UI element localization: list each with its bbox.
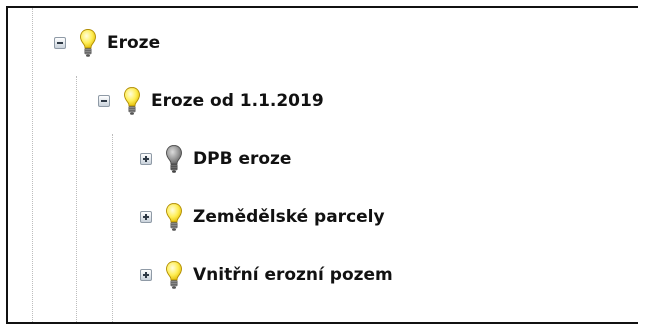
expand-toggle-icon[interactable] — [140, 269, 152, 281]
tree-node-eroze-od-2019[interactable]: Eroze od 1.1.2019 — [98, 81, 324, 121]
lightbulb-icon[interactable] — [79, 28, 97, 58]
layer-tree-panel: Eroze Eroze od 1.1.2019 DPB eroze Zemědě… — [6, 6, 638, 324]
tree-node-dpb-eroze[interactable]: DPB eroze — [140, 139, 291, 179]
tree-node-label[interactable]: Eroze od 1.1.2019 — [151, 91, 324, 111]
lightbulb-icon[interactable] — [165, 260, 183, 290]
tree-node-label[interactable]: Zemědělské parcely — [193, 207, 385, 227]
tree-guide-line — [76, 76, 77, 322]
lightbulb-icon[interactable] — [123, 86, 141, 116]
collapse-toggle-icon[interactable] — [54, 37, 66, 49]
expand-toggle-icon[interactable] — [140, 211, 152, 223]
lightbulb-off-icon[interactable] — [165, 144, 183, 174]
tree-node-vnitrni-erozni-pozem[interactable]: Vnitřní erozní pozem — [140, 255, 393, 295]
tree-node-zemedelske-parcely[interactable]: Zemědělské parcely — [140, 197, 385, 237]
tree-node-label[interactable]: Eroze — [107, 33, 160, 53]
tree-guide-line — [32, 8, 33, 322]
expand-toggle-icon[interactable] — [140, 153, 152, 165]
tree-guide-line — [112, 134, 113, 322]
tree-node-label[interactable]: Vnitřní erozní pozem — [193, 265, 393, 285]
collapse-toggle-icon[interactable] — [98, 95, 110, 107]
tree-node-label[interactable]: DPB eroze — [193, 149, 291, 169]
lightbulb-icon[interactable] — [165, 202, 183, 232]
tree-node-eroze[interactable]: Eroze — [54, 23, 160, 63]
